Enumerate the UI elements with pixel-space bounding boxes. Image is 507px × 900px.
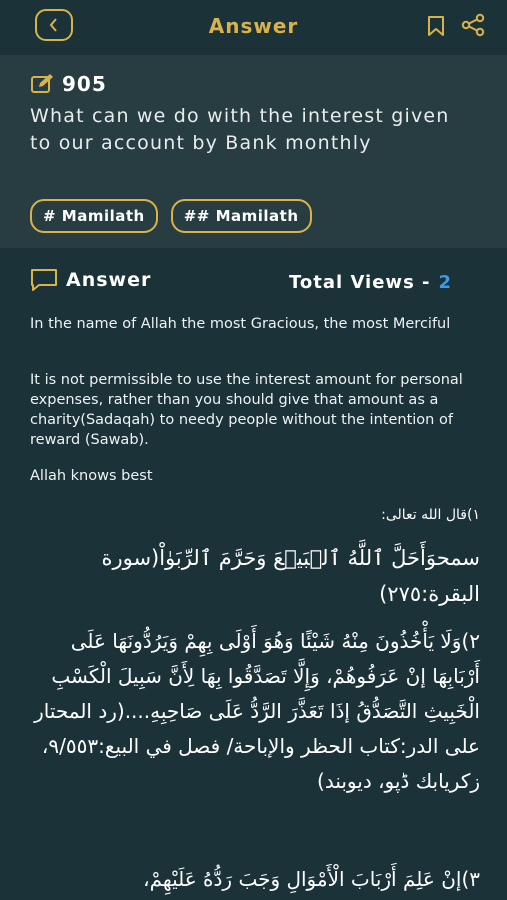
question-number-row: 905 (30, 72, 107, 96)
edit-icon (31, 74, 53, 93)
answer-label: Answer (66, 269, 152, 291)
total-views: Total Views - 2 (289, 272, 452, 293)
arabic-verse-1: سمحوَأَحَلَّ ٱللَّهُ ٱلۡبَيۡعَ وَحَرَّمَ… (101, 546, 480, 606)
tag-chip[interactable]: ## Mamilath (170, 199, 312, 233)
arabic-quote-3: ٣)إنْ عَلِمَ أَرْبَابَ الْأَمْوَالِ وَجَ… (143, 867, 480, 891)
tag-chip[interactable]: # Mamilath (30, 199, 158, 233)
question-number: 905 (62, 72, 107, 96)
question-card: 905 What can we do with the interest giv… (0, 55, 507, 248)
answer-closing: Allah knows best (30, 468, 153, 484)
answer-intro: In the name of Allah the most Gracious, … (30, 316, 451, 332)
arabic-quote-2: ٢)وَلَا يَأْخُذُونَ مِنْهُ شَيْئًا وَهُو… (34, 629, 480, 793)
answer-heading: Answer (30, 268, 151, 292)
arabic-heading: ١)قال الله تعالى: (381, 507, 480, 523)
bookmark-icon[interactable] (427, 15, 445, 37)
views-label: Total Views - (289, 272, 431, 293)
answer-ruling: It is not permissible to use the interes… (30, 372, 463, 448)
share-icon[interactable] (460, 13, 486, 37)
tag-list: # Mamilath ## Mamilath (30, 199, 312, 233)
views-count: 2 (438, 272, 453, 293)
top-bar: Answer (0, 0, 507, 55)
question-text: What can we do with the interest given t… (30, 105, 450, 154)
comment-icon (31, 269, 57, 291)
